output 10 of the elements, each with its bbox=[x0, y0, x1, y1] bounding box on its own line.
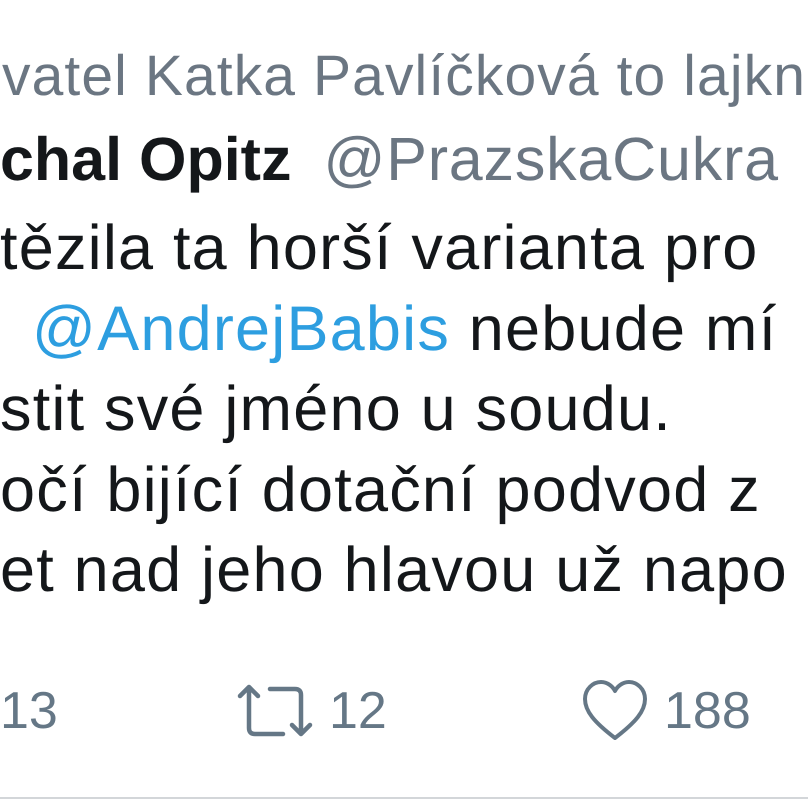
like-count: 188 bbox=[664, 680, 751, 740]
liked-by-text: vatel Katka Pavlíčková to lajkn bbox=[2, 43, 806, 110]
retweet-icon[interactable] bbox=[237, 684, 313, 738]
retweet-count: 12 bbox=[329, 680, 387, 740]
author-name[interactable]: chal Opitz bbox=[0, 120, 292, 198]
heart-icon[interactable] bbox=[582, 680, 648, 742]
author-handle[interactable]: @PrazskaCukra bbox=[323, 120, 779, 198]
mention-link[interactable]: @AndrejBabis bbox=[32, 294, 450, 364]
tweet-text: tězila ta horší varianta pro @AndrejBabis nebude mí stit své jméno u soudu. očí bijící dotační podvod z et nad jeho hlavou už napo bbox=[0, 212, 788, 607]
reply-count: 13 bbox=[0, 680, 58, 740]
